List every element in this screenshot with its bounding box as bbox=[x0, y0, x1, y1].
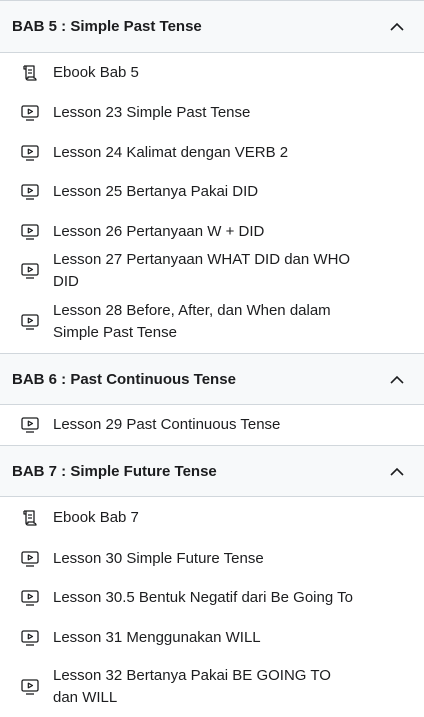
lesson-item-28[interactable]: Lesson 28 Before, After, dan When dalam … bbox=[0, 291, 424, 353]
lesson-label: Lesson 30 Simple Future Tense bbox=[53, 549, 264, 567]
video-icon bbox=[20, 678, 40, 696]
lesson-item-30-5[interactable]: Lesson 30.5 Bentuk Negatif dari Be Going… bbox=[0, 578, 424, 618]
lesson-label: Lesson 25 Bertanya Pakai DID bbox=[53, 183, 259, 200]
lesson-item-31[interactable]: Lesson 31 Menggunakan WILL bbox=[0, 618, 424, 657]
video-icon bbox=[20, 416, 40, 434]
lesson-label: Ebook Bab 5 bbox=[53, 64, 139, 81]
lesson-item-24[interactable]: Lesson 24 Kalimat dengan VERB 2 bbox=[0, 133, 424, 172]
lesson-item-29[interactable]: Lesson 29 Past Continuous Tense bbox=[0, 405, 424, 445]
lesson-item-32[interactable]: Lesson 32 Bertanya Pakai BE GOING TO dan… bbox=[0, 657, 424, 717]
video-icon bbox=[20, 223, 40, 241]
document-icon bbox=[20, 64, 40, 82]
chevron-up-icon[interactable] bbox=[390, 372, 404, 386]
curriculum-panel: BAB 5 : Simple Past Tense Ebook Bab 5 Le… bbox=[0, 0, 424, 717]
section-header-bab-5[interactable]: BAB 5 : Simple Past Tense bbox=[0, 0, 424, 53]
lesson-label: Lesson 26 Pertanyaan W + DID bbox=[53, 222, 265, 240]
video-icon bbox=[20, 104, 40, 122]
video-icon bbox=[20, 313, 40, 331]
lesson-item-23[interactable]: Lesson 23 Simple Past Tense bbox=[0, 93, 424, 133]
video-icon bbox=[20, 262, 40, 280]
lesson-label: Ebook Bab 7 bbox=[53, 509, 139, 526]
lesson-item-ebook-bab-5[interactable]: Ebook Bab 5 bbox=[0, 53, 424, 93]
lesson-label: Lesson 32 Bertanya Pakai BE GOING TO dan… bbox=[53, 667, 331, 706]
lesson-label: Lesson 23 Simple Past Tense bbox=[53, 104, 251, 121]
video-icon bbox=[20, 629, 40, 647]
lesson-item-26[interactable]: Lesson 26 Pertanyaan W + DID bbox=[0, 212, 424, 251]
document-icon bbox=[20, 509, 40, 527]
lesson-item-25[interactable]: Lesson 25 Bertanya Pakai DID bbox=[0, 172, 424, 212]
section-items-bab-6: Lesson 29 Past Continuous Tense bbox=[0, 405, 424, 445]
chevron-up-icon[interactable] bbox=[390, 20, 404, 34]
video-icon bbox=[20, 144, 40, 162]
lesson-item-30[interactable]: Lesson 30 Simple Future Tense bbox=[0, 539, 424, 578]
video-icon bbox=[20, 183, 40, 201]
section-title: BAB 7 : Simple Future Tense bbox=[12, 462, 217, 480]
lesson-label: Lesson 29 Past Continuous Tense bbox=[53, 416, 281, 433]
lesson-label: Lesson 28 Before, After, dan When dalam … bbox=[53, 302, 331, 341]
video-icon bbox=[20, 589, 40, 607]
section-items-bab-5: Ebook Bab 5 Lesson 23 Simple Past Tense … bbox=[0, 53, 424, 353]
video-icon bbox=[20, 550, 40, 568]
chevron-up-icon[interactable] bbox=[390, 464, 404, 478]
lesson-label: Lesson 24 Kalimat dengan VERB 2 bbox=[53, 143, 289, 161]
section-header-bab-7[interactable]: BAB 7 : Simple Future Tense bbox=[0, 445, 424, 497]
section-items-bab-7: Ebook Bab 7 Lesson 30 Simple Future Tens… bbox=[0, 497, 424, 717]
section-title: BAB 5 : Simple Past Tense bbox=[12, 18, 202, 35]
lesson-item-27[interactable]: Lesson 27 Pertanyaan WHAT DID dan WHO DI… bbox=[0, 251, 424, 291]
lesson-label: Lesson 30.5 Bentuk Negatif dari Be Going… bbox=[53, 589, 353, 606]
lesson-item-ebook-bab-7[interactable]: Ebook Bab 7 bbox=[0, 497, 424, 539]
lesson-label: Lesson 31 Menggunakan WILL bbox=[53, 628, 261, 646]
section-title: BAB 6 : Past Continuous Tense bbox=[12, 370, 236, 388]
lesson-label: Lesson 27 Pertanyaan WHAT DID dan WHO DI… bbox=[53, 251, 351, 290]
section-header-bab-6[interactable]: BAB 6 : Past Continuous Tense bbox=[0, 353, 424, 405]
